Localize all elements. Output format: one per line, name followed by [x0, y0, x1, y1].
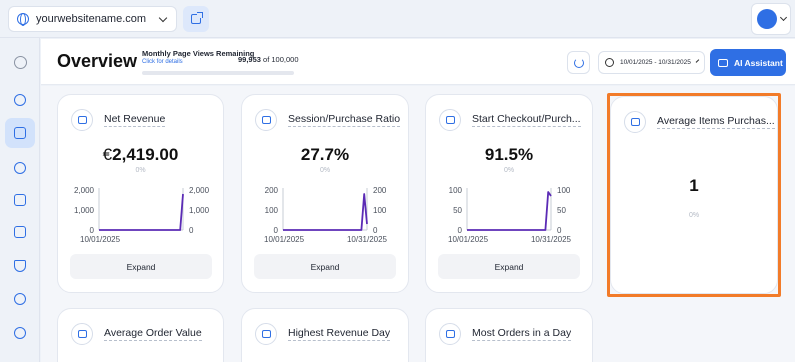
y-tick-left: 0: [90, 226, 95, 235]
y-tick-right: 1,000: [189, 206, 210, 215]
card-change: 0%: [688, 212, 700, 219]
line-chart: 10050010050010/01/2025 10/31/2025: [448, 186, 572, 244]
expand-button[interactable]: Expand: [254, 254, 396, 279]
y-tick-left: 50: [453, 206, 462, 215]
expand-button[interactable]: Expand: [70, 254, 212, 279]
shield-icon: [14, 260, 26, 272]
page-views-total: of 100,000: [263, 55, 299, 64]
metric-card-session-purchase-ratio: Session/Purchase Ratio 27.7% 0% 200 100 0 2…: [241, 94, 409, 293]
series-line: [99, 193, 184, 231]
y-tick-right: 2,000: [189, 186, 210, 195]
table-icon: [624, 111, 646, 133]
y-tick-left: 1,000: [74, 206, 95, 215]
funnel-icon: [14, 162, 26, 174]
page-views-count: 99,953 of 100,000: [238, 55, 299, 64]
y-tick-right: 100: [557, 186, 571, 195]
page-views-progress: [142, 71, 294, 75]
location-icon: [14, 327, 26, 339]
table-icon: [439, 323, 461, 345]
globe-icon: [17, 13, 29, 26]
x-tick-label: 10/01/2025: [80, 235, 121, 244]
sidebar-item-home[interactable]: [5, 47, 35, 77]
website-selector[interactable]: yourwebsitename.com: [8, 6, 177, 32]
x-tick-label: 10/31/2025: [531, 235, 572, 244]
table-icon: [255, 323, 277, 345]
y-tick-left: 0: [274, 226, 279, 235]
line-chart: 2,0001,00002,0001,000010/01/2025: [74, 186, 210, 244]
date-range-picker[interactable]: 10/01/2025 - 10/31/2025: [598, 51, 705, 74]
y-tick-right: 0: [557, 226, 562, 235]
ecommerce-icon: [14, 127, 26, 139]
sidebar-item-settings[interactable]: [5, 284, 35, 314]
open-website-button[interactable]: [183, 6, 209, 32]
sidebar-item-chat[interactable]: [5, 217, 35, 247]
sidebar: [0, 38, 40, 362]
metric-card-start-checkout-purchase: Start Checkout/Purch... 91.5% 0% 100 50 0 1…: [425, 94, 593, 293]
refresh-icon: [573, 57, 584, 68]
y-tick-left: 0: [458, 226, 463, 235]
x-tick-label: 10/31/2025: [347, 235, 388, 244]
card-title[interactable]: Average Order Value: [104, 327, 202, 341]
card-title[interactable]: Most Orders in a Day: [472, 327, 572, 341]
metric-card-net-revenue: Net Revenue €2,419.00 0% 2,000 1,000 0 2,00…: [57, 94, 224, 293]
y-tick-right: 50: [557, 206, 566, 215]
settings-icon: [14, 293, 26, 305]
metric-card-average-items-purchased: Average Items Purchas... 1 0%: [610, 96, 778, 294]
y-tick-left: 100: [449, 186, 463, 195]
page-views-used: 99,953: [238, 55, 261, 64]
y-tick-left: 100: [265, 206, 279, 215]
sidebar-item-funnel[interactable]: [5, 153, 35, 183]
avatar: [757, 9, 777, 29]
page-title: Overview: [57, 51, 138, 71]
ai-assistant-button[interactable]: AI Assistant: [710, 49, 786, 76]
x-tick-label: 10/01/2025: [264, 235, 305, 244]
analytics-icon: [14, 94, 26, 106]
chat-bubble-icon: [718, 58, 728, 67]
y-tick-right: 200: [373, 186, 387, 195]
series-line: [467, 191, 552, 231]
metric-card-average-order-value: Average Order Value: [57, 308, 224, 362]
line-chart: 2001000200100010/01/2025 10/31/2025: [264, 186, 388, 244]
card-value: 1: [689, 176, 699, 195]
external-link-icon: [191, 12, 203, 24]
metric-card-most-orders-in-a-day: Most Orders in a Day: [425, 308, 593, 362]
sidebar-item-ecommerce[interactable]: [5, 118, 35, 148]
card-title[interactable]: Average Items Purchas...: [657, 115, 775, 129]
chevron-down-icon: [158, 13, 168, 22]
series-line: [283, 193, 368, 231]
website-name: yourwebsitename.com: [36, 13, 147, 25]
y-tick-right: 0: [373, 226, 378, 235]
sidebar-item-analytics[interactable]: [5, 85, 35, 115]
date-range-text: 10/01/2025 - 10/31/2025: [620, 59, 691, 66]
sidebar-item-target[interactable]: [5, 185, 35, 215]
table-icon: [71, 323, 93, 345]
ai-assistant-label: AI Assistant: [734, 57, 783, 68]
home-icon: [13, 55, 27, 69]
y-tick-right: 100: [373, 206, 387, 215]
user-menu-button[interactable]: [751, 3, 791, 35]
target-icon: [14, 194, 26, 206]
chevron-down-icon: [779, 13, 788, 22]
card-title[interactable]: Highest Revenue Day: [288, 327, 391, 341]
top-bar: yourwebsitename.com: [0, 0, 795, 38]
expand-button[interactable]: Expand: [438, 254, 580, 279]
page-header: Overview Monthly Page Views Remaining Cl…: [41, 39, 795, 85]
sidebar-item-security[interactable]: [5, 251, 35, 281]
chevron-down-icon: [695, 59, 700, 63]
refresh-button[interactable]: [567, 51, 590, 74]
y-tick-left: 200: [265, 186, 279, 195]
metric-card-highest-revenue-day: Highest Revenue Day: [241, 308, 409, 362]
chat-icon: [14, 226, 26, 238]
y-tick-right: 0: [189, 226, 194, 235]
clock-icon: [605, 58, 614, 67]
y-tick-left: 2,000: [74, 186, 95, 195]
sidebar-item-location[interactable]: [5, 318, 35, 348]
x-tick-label: 10/01/2025: [448, 235, 489, 244]
